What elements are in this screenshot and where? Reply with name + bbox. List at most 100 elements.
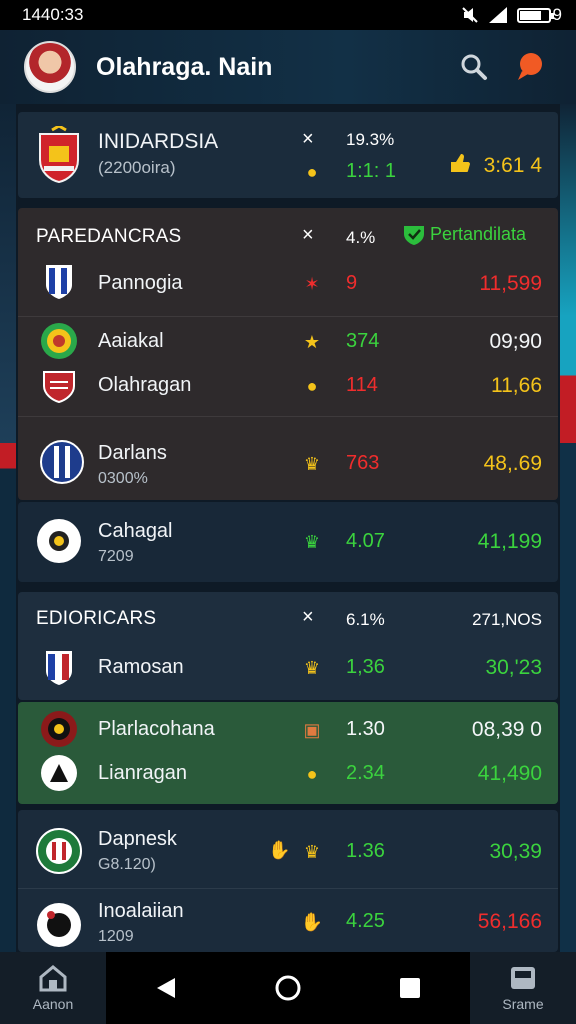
match-row[interactable]: Ramosan ♛ 1,36 30,'23 — [18, 642, 558, 696]
team-crest-icon — [46, 265, 72, 299]
flame-icon: ✶ — [304, 273, 320, 294]
badge-label: Pertandilata — [430, 224, 527, 244]
section-title: EDIORICARS — [36, 608, 157, 629]
match-row[interactable]: Inoalaiian 1209 ✋ 4.25 56,166 — [18, 892, 558, 952]
match-row-card[interactable]: Cahagal 7209 ♛ 4.07 41,199 — [18, 502, 558, 582]
battery-icon — [516, 7, 554, 23]
medal-icon: ● — [306, 763, 318, 784]
percent-value: 6.1% — [346, 610, 385, 629]
odds-value: 30,39 — [489, 840, 542, 863]
match-section-2: EDIORICARS × 6.1% 271,NOS Ramosan ♛ 1,36… — [18, 592, 558, 700]
highlighted-match-card[interactable]: Plarlacohana ▣ 1.30 08,39 0 Lianragan ● … — [18, 702, 558, 804]
odds-value: 41,490 — [477, 762, 542, 785]
close-icon[interactable]: × — [302, 606, 314, 629]
odds-value: 08,39 0 — [471, 718, 542, 741]
match-row[interactable]: Pannogia ✶ 9 11,599 — [18, 256, 558, 316]
team-sub: 1209 — [98, 928, 134, 945]
featured-match-card[interactable]: INIDARDSIA (2200oira) × 19.3% ● 1:1: 1 3… — [18, 112, 558, 198]
shield-check-icon — [404, 226, 424, 245]
match-value: 1,36 — [346, 656, 385, 678]
team-sub: 0300% — [98, 470, 148, 487]
team-crest-icon — [37, 519, 81, 563]
hand-icon: ✋ — [300, 911, 324, 932]
match-value: 4.07 — [346, 530, 385, 552]
team-name: Inoalaiian — [98, 900, 184, 922]
back-icon[interactable] — [155, 976, 177, 1000]
match-value: 763 — [346, 452, 380, 474]
match-value: 4.25 — [346, 910, 385, 932]
team-name: INIDARDSIA — [98, 130, 219, 153]
match-row[interactable]: Olahragan ● 114 11,66 — [18, 364, 558, 408]
team-crest-icon — [39, 126, 79, 184]
team-name: Lianragan — [98, 762, 187, 784]
flag-icon: ▣ — [303, 719, 321, 740]
odds-value: 56,166 — [477, 910, 542, 933]
odds-value: 09;90 — [489, 330, 542, 353]
team-name: Dapnesk — [98, 828, 177, 850]
home-icon — [39, 965, 67, 992]
odds-value: 48,.69 — [483, 452, 542, 475]
team-crest-icon — [43, 371, 75, 404]
team-name: Pannogia — [98, 272, 183, 294]
avatar[interactable] — [24, 41, 76, 93]
status-bar: 1440:33 9 — [0, 0, 576, 30]
chat-bubble-icon — [518, 53, 542, 80]
chat-button[interactable] — [508, 45, 552, 89]
team-crest-icon — [41, 755, 77, 791]
hand-icon: ✋ — [268, 840, 291, 860]
match-value: 114 — [346, 374, 378, 396]
odds-value: 11,66 — [491, 374, 542, 397]
signal-icon — [488, 7, 507, 23]
trophy-icon: ♛ — [303, 657, 321, 678]
nav-game[interactable]: Srame — [470, 952, 576, 1024]
team-name: Cahagal — [98, 520, 173, 542]
match-row[interactable]: Dapnesk G8.120) ✋ ♛ 1.36 30,39 — [18, 814, 558, 884]
match-value: 1.30 — [346, 718, 385, 740]
system-nav — [106, 952, 470, 1024]
section-right-label: 271,NOS — [472, 610, 542, 629]
bottom-navigation: Aanon Srame — [0, 952, 576, 1024]
background-decoration-left — [0, 104, 16, 952]
team-name: Aaiakal — [98, 330, 164, 352]
odds-value: 11,599 — [479, 272, 542, 295]
team-crest-icon — [46, 651, 72, 685]
nav-home[interactable]: Aanon — [0, 952, 106, 1024]
game-icon — [511, 967, 535, 989]
score-value: 1:1: 1 — [346, 160, 397, 182]
match-row[interactable]: Plarlacohana ▣ 1.30 08,39 0 — [18, 708, 558, 752]
match-row[interactable]: Lianragan ● 2.34 41,490 — [18, 752, 558, 796]
percent-value: 4.% — [346, 228, 376, 247]
match-row[interactable]: Darlans 0300% ♛ 763 48,.69 — [18, 424, 558, 500]
app-bar: Olahraga. Nain — [0, 30, 576, 104]
recents-icon[interactable] — [399, 977, 421, 999]
percent-value: 19.3% — [346, 130, 395, 149]
close-icon[interactable]: × — [302, 224, 314, 247]
medal-icon: ● — [306, 161, 318, 182]
status-icons: 9 — [461, 5, 562, 25]
team-sub: G8.120) — [98, 856, 156, 873]
status-time: 1440:33 — [22, 5, 84, 24]
odds-value: 30,'23 — [485, 656, 542, 679]
team-crest-icon — [41, 711, 77, 747]
star-icon: ★ — [303, 331, 321, 352]
nav-game-label: Srame — [502, 996, 544, 1012]
match-row[interactable]: Aaiakal ★ 374 09;90 — [18, 320, 558, 364]
trophy-icon: ♛ — [303, 531, 321, 552]
odds-value: 41,199 — [477, 530, 542, 553]
match-value: 1.36 — [346, 840, 385, 862]
nav-home-label: Aanon — [32, 996, 74, 1012]
main-content[interactable]: INIDARDSIA (2200oira) × 19.3% ● 1:1: 1 3… — [18, 104, 558, 952]
search-button[interactable] — [452, 45, 496, 89]
battery-level: 9 — [552, 5, 562, 24]
page-title: Olahraga. Nain — [96, 52, 273, 81]
team-crest-icon — [37, 903, 81, 947]
match-row[interactable]: Cahagal 7209 ♛ 4.07 41,199 — [18, 502, 558, 582]
odds-value: 3:61 4 — [483, 154, 542, 177]
close-icon[interactable]: × — [302, 128, 314, 151]
trophy-icon: ♛ — [303, 841, 321, 862]
home-circle-icon[interactable] — [274, 974, 302, 1002]
match-section-1: PAREDANCRAS × 4.% Pertandilata Pannogia … — [18, 208, 558, 500]
background-decoration-right — [560, 104, 576, 952]
match-value: 2.34 — [346, 762, 385, 784]
search-icon — [461, 54, 487, 80]
